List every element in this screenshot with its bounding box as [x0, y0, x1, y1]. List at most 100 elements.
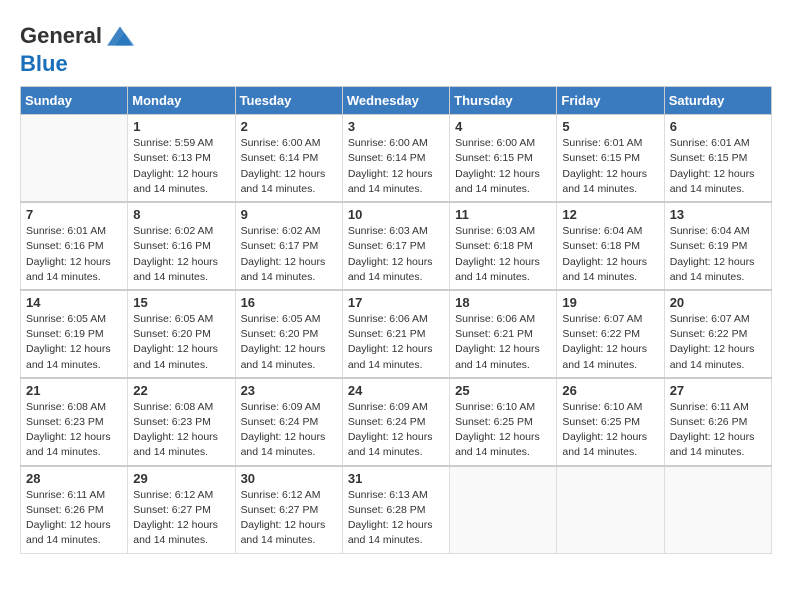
day-cell: 23 Sunrise: 6:09 AM Sunset: 6:24 PM Dayli… — [235, 378, 342, 466]
column-header-wednesday: Wednesday — [342, 87, 449, 115]
day-info: Sunrise: 6:13 AM Sunset: 6:28 PM Dayligh… — [348, 488, 444, 549]
day-info: Sunrise: 6:07 AM Sunset: 6:22 PM Dayligh… — [670, 312, 766, 373]
day-cell: 20 Sunrise: 6:07 AM Sunset: 6:22 PM Dayli… — [664, 290, 771, 378]
week-row-2: 7 Sunrise: 6:01 AM Sunset: 6:16 PM Daylig… — [21, 202, 772, 290]
day-info: Sunrise: 6:08 AM Sunset: 6:23 PM Dayligh… — [133, 400, 229, 461]
day-cell: 30 Sunrise: 6:12 AM Sunset: 6:27 PM Dayli… — [235, 466, 342, 553]
day-cell: 21Sunrise: 6:08 AM Sunset: 6:23 PM Dayli… — [21, 378, 128, 466]
calendar-header-row: SundayMondayTuesdayWednesdayThursdayFrid… — [21, 87, 772, 115]
day-number: 23 — [241, 383, 337, 398]
column-header-thursday: Thursday — [450, 87, 557, 115]
day-info: Sunrise: 6:09 AM Sunset: 6:24 PM Dayligh… — [241, 400, 337, 461]
day-cell: 8 Sunrise: 6:02 AM Sunset: 6:16 PM Daylig… — [128, 202, 235, 290]
day-cell — [557, 466, 664, 553]
day-number: 29 — [133, 471, 229, 486]
day-cell: 7 Sunrise: 6:01 AM Sunset: 6:16 PM Daylig… — [21, 202, 128, 290]
day-cell: 22 Sunrise: 6:08 AM Sunset: 6:23 PM Dayli… — [128, 378, 235, 466]
day-cell: 16Sunrise: 6:05 AM Sunset: 6:20 PM Dayli… — [235, 290, 342, 378]
day-info: Sunrise: 6:06 AM Sunset: 6:21 PM Dayligh… — [455, 312, 551, 373]
day-info: Sunrise: 6:01 AM Sunset: 6:16 PM Dayligh… — [26, 224, 122, 285]
day-cell: 12 Sunrise: 6:04 AM Sunset: 6:18 PM Dayli… — [557, 202, 664, 290]
column-header-monday: Monday — [128, 87, 235, 115]
day-number: 14 — [26, 295, 122, 310]
day-info: Sunrise: 6:06 AM Sunset: 6:21 PM Dayligh… — [348, 312, 444, 373]
day-number: 7 — [26, 207, 122, 222]
logo-blue: Blue — [20, 51, 68, 76]
day-number: 13 — [670, 207, 766, 222]
day-info: Sunrise: 6:00 AM Sunset: 6:15 PM Dayligh… — [455, 136, 551, 197]
day-cell: 28 Sunrise: 6:11 AM Sunset: 6:26 PM Dayli… — [21, 466, 128, 553]
day-number: 1 — [133, 119, 229, 134]
day-info: Sunrise: 6:03 AM Sunset: 6:18 PM Dayligh… — [455, 224, 551, 285]
day-cell: 15Sunrise: 6:05 AM Sunset: 6:20 PM Dayli… — [128, 290, 235, 378]
day-cell: 1 Sunrise: 5:59 AM Sunset: 6:13 PM Daylig… — [128, 115, 235, 202]
day-info: Sunrise: 6:01 AM Sunset: 6:15 PM Dayligh… — [670, 136, 766, 197]
day-info: Sunrise: 6:05 AM Sunset: 6:20 PM Dayligh… — [241, 312, 337, 373]
day-number: 2 — [241, 119, 337, 134]
column-header-friday: Friday — [557, 87, 664, 115]
day-number: 4 — [455, 119, 551, 134]
day-number: 28 — [26, 471, 122, 486]
day-info: Sunrise: 6:02 AM Sunset: 6:17 PM Dayligh… — [241, 224, 337, 285]
day-cell — [664, 466, 771, 553]
day-number: 19 — [562, 295, 658, 310]
day-number: 27 — [670, 383, 766, 398]
day-cell: 19 Sunrise: 6:07 AM Sunset: 6:22 PM Dayli… — [557, 290, 664, 378]
day-info: Sunrise: 5:59 AM Sunset: 6:13 PM Dayligh… — [133, 136, 229, 197]
day-cell: 9 Sunrise: 6:02 AM Sunset: 6:17 PM Daylig… — [235, 202, 342, 290]
day-info: Sunrise: 6:05 AM Sunset: 6:19 PM Dayligh… — [26, 312, 122, 373]
day-info: Sunrise: 6:11 AM Sunset: 6:26 PM Dayligh… — [26, 488, 122, 549]
day-number: 8 — [133, 207, 229, 222]
day-number: 30 — [241, 471, 337, 486]
column-header-sunday: Sunday — [21, 87, 128, 115]
day-number: 31 — [348, 471, 444, 486]
day-info: Sunrise: 6:02 AM Sunset: 6:16 PM Dayligh… — [133, 224, 229, 285]
day-number: 17 — [348, 295, 444, 310]
logo-icon — [104, 20, 136, 52]
day-info: Sunrise: 6:09 AM Sunset: 6:24 PM Dayligh… — [348, 400, 444, 461]
day-cell: 25Sunrise: 6:10 AM Sunset: 6:25 PM Dayli… — [450, 378, 557, 466]
day-cell: 13 Sunrise: 6:04 AM Sunset: 6:19 PM Dayli… — [664, 202, 771, 290]
column-header-saturday: Saturday — [664, 87, 771, 115]
day-cell: 26Sunrise: 6:10 AM Sunset: 6:25 PM Dayli… — [557, 378, 664, 466]
day-info: Sunrise: 6:07 AM Sunset: 6:22 PM Dayligh… — [562, 312, 658, 373]
day-info: Sunrise: 6:12 AM Sunset: 6:27 PM Dayligh… — [133, 488, 229, 549]
logo-text: General — [20, 24, 102, 48]
day-number: 18 — [455, 295, 551, 310]
week-row-3: 14 Sunrise: 6:05 AM Sunset: 6:19 PM Dayli… — [21, 290, 772, 378]
day-info: Sunrise: 6:11 AM Sunset: 6:26 PM Dayligh… — [670, 400, 766, 461]
day-cell: 6 Sunrise: 6:01 AM Sunset: 6:15 PM Daylig… — [664, 115, 771, 202]
week-row-5: 28 Sunrise: 6:11 AM Sunset: 6:26 PM Dayli… — [21, 466, 772, 553]
day-cell: 24Sunrise: 6:09 AM Sunset: 6:24 PM Dayli… — [342, 378, 449, 466]
day-number: 3 — [348, 119, 444, 134]
day-cell: 29 Sunrise: 6:12 AM Sunset: 6:27 PM Dayli… — [128, 466, 235, 553]
day-cell: 14 Sunrise: 6:05 AM Sunset: 6:19 PM Dayli… — [21, 290, 128, 378]
day-info: Sunrise: 6:12 AM Sunset: 6:27 PM Dayligh… — [241, 488, 337, 549]
day-cell: 18 Sunrise: 6:06 AM Sunset: 6:21 PM Dayli… — [450, 290, 557, 378]
calendar-table: SundayMondayTuesdayWednesdayThursdayFrid… — [20, 86, 772, 553]
day-cell: 4 Sunrise: 6:00 AM Sunset: 6:15 PM Daylig… — [450, 115, 557, 202]
day-info: Sunrise: 6:10 AM Sunset: 6:25 PM Dayligh… — [562, 400, 658, 461]
day-cell: 27 Sunrise: 6:11 AM Sunset: 6:26 PM Dayli… — [664, 378, 771, 466]
day-cell: 10Sunrise: 6:03 AM Sunset: 6:17 PM Dayli… — [342, 202, 449, 290]
day-cell — [450, 466, 557, 553]
logo: General Blue — [20, 20, 136, 76]
day-number: 6 — [670, 119, 766, 134]
day-cell: 3 Sunrise: 6:00 AM Sunset: 6:14 PM Daylig… — [342, 115, 449, 202]
day-number: 22 — [133, 383, 229, 398]
day-number: 9 — [241, 207, 337, 222]
day-cell: 11 Sunrise: 6:03 AM Sunset: 6:18 PM Dayli… — [450, 202, 557, 290]
day-cell: 17 Sunrise: 6:06 AM Sunset: 6:21 PM Dayli… — [342, 290, 449, 378]
day-number: 12 — [562, 207, 658, 222]
day-info: Sunrise: 6:05 AM Sunset: 6:20 PM Dayligh… — [133, 312, 229, 373]
day-number: 11 — [455, 207, 551, 222]
day-cell: 31 Sunrise: 6:13 AM Sunset: 6:28 PM Dayli… — [342, 466, 449, 553]
page-header: General Blue — [20, 20, 772, 76]
week-row-1: 1 Sunrise: 5:59 AM Sunset: 6:13 PM Daylig… — [21, 115, 772, 202]
day-number: 21 — [26, 383, 122, 398]
day-info: Sunrise: 6:04 AM Sunset: 6:19 PM Dayligh… — [670, 224, 766, 285]
day-info: Sunrise: 6:04 AM Sunset: 6:18 PM Dayligh… — [562, 224, 658, 285]
day-cell: 2Sunrise: 6:00 AM Sunset: 6:14 PM Daylig… — [235, 115, 342, 202]
day-info: Sunrise: 6:00 AM Sunset: 6:14 PM Dayligh… — [348, 136, 444, 197]
day-number: 20 — [670, 295, 766, 310]
